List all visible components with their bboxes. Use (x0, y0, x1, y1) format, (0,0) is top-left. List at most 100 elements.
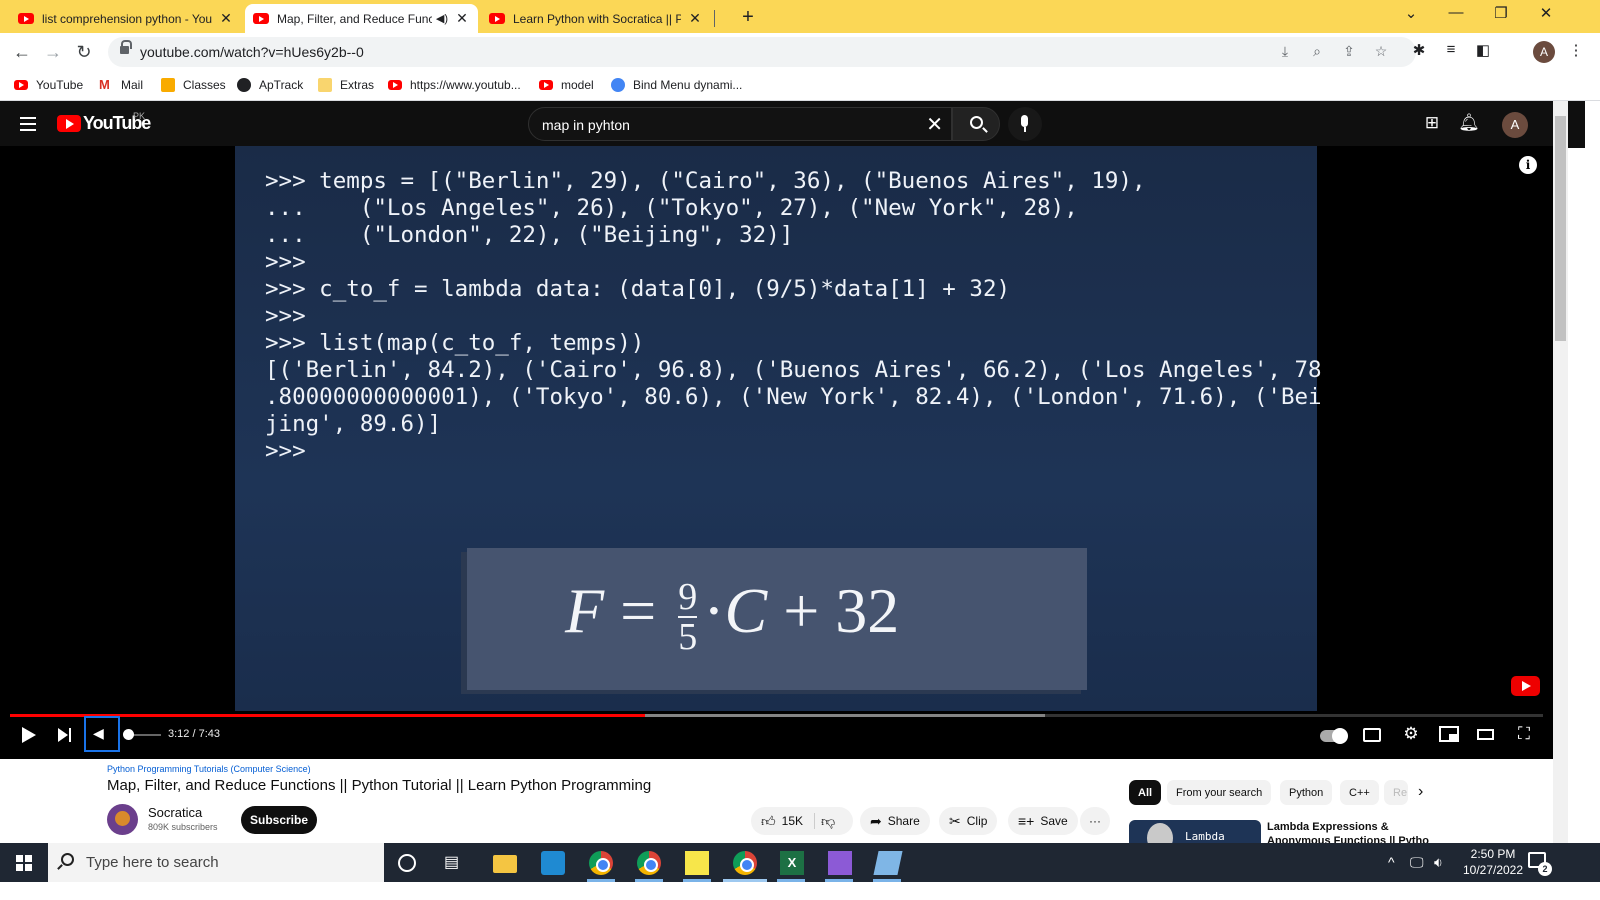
active-indicator (723, 879, 767, 882)
forward-arrow-icon[interactable]: → (41, 40, 65, 64)
chip-python[interactable]: Python (1280, 780, 1333, 805)
volume-knob[interactable] (123, 729, 134, 740)
notifications-bell-icon[interactable]: 🔔︎ (1457, 113, 1481, 133)
volume-tray-icon[interactable]: 🔉︎ (1434, 854, 1443, 871)
clip-button[interactable]: ✂ Clip (939, 807, 998, 835)
dislike-thumb-icon[interactable]: 👎︎ (821, 813, 835, 830)
miniplayer-icon[interactable] (1439, 726, 1459, 742)
chrome-menu-icon[interactable]: ⋮ (1565, 41, 1587, 59)
youtube-favicon-icon (253, 13, 269, 24)
youtube-avatar[interactable]: A (1502, 112, 1528, 138)
network-icon[interactable]: 🖵︎ (1410, 854, 1424, 871)
bookmark-mail[interactable]: M Mail (99, 78, 143, 93)
reload-icon[interactable]: ↻ (72, 40, 96, 64)
next-video-button[interactable] (57, 723, 73, 747)
show-hidden-icons-chevron-icon[interactable]: ^ (1388, 854, 1395, 870)
sticky-notes-icon[interactable] (685, 851, 709, 875)
bookmark-youtube-link[interactable]: https://www.youtub... (388, 78, 521, 92)
more-actions-button[interactable]: ··· (1080, 807, 1110, 835)
close-tab-icon[interactable]: ✕ (687, 10, 703, 27)
tab-map-filter-reduce[interactable]: Map, Filter, and Reduce Func ◀) ✕ (245, 4, 478, 33)
install-app-icon[interactable]: ⤓ (1276, 43, 1294, 60)
scrollbar-thumb[interactable] (1555, 116, 1566, 341)
bookmark-youtube[interactable]: YouTube (14, 78, 83, 92)
media-controls-icon[interactable]: ≡ (1440, 41, 1462, 58)
search-input[interactable]: map in pyhton ✕ (528, 107, 952, 141)
bookmark-bind-menu[interactable]: Bind Menu dynami... (611, 78, 742, 92)
file-explorer-icon[interactable] (493, 855, 517, 873)
video-frame[interactable]: >>> temps = [("Berlin", 29), ("Cairo", 3… (235, 146, 1322, 711)
share-button[interactable]: ➦ Share (860, 807, 930, 835)
bookmark-model[interactable]: model (539, 78, 594, 92)
theater-mode-icon[interactable] (1477, 729, 1494, 740)
like-thumb-icon[interactable]: 👍︎ (761, 813, 776, 830)
cortana-icon[interactable] (398, 854, 416, 872)
youtube-favicon-icon (18, 13, 34, 24)
play-button[interactable] (20, 723, 36, 747)
extensions-puzzle-icon[interactable]: ✱ (1408, 41, 1430, 59)
video-player[interactable]: >>> temps = [("Berlin", 29), ("Cairo", 3… (0, 146, 1553, 759)
notepad-icon[interactable] (873, 851, 903, 875)
tab-list-comprehension[interactable]: list comprehension python - You ✕ (10, 4, 242, 33)
bookmark-classes[interactable]: Classes (161, 78, 226, 92)
chip-re[interactable]: Re (1384, 780, 1408, 805)
create-video-icon[interactable]: ⊞ (1420, 113, 1444, 133)
playlist-link[interactable]: Python Programming Tutorials (Computer S… (107, 764, 311, 774)
close-tab-icon[interactable]: ✕ (218, 10, 234, 27)
share-page-icon[interactable]: ⇪ (1340, 43, 1358, 60)
chrome-icon[interactable] (589, 851, 613, 875)
bookmark-aptrack[interactable]: ApTrack (237, 78, 303, 92)
fullscreen-icon[interactable]: ⛶ (1512, 724, 1536, 744)
tab-search-chevron-icon[interactable]: ⌄ (1396, 4, 1426, 22)
lock-icon[interactable] (120, 40, 132, 55)
audio-playing-icon[interactable]: ◀) (436, 12, 448, 25)
code-line: [('Berlin', 84.2), ('Cairo', 96.8), ('Bu… (265, 357, 1322, 383)
clear-search-icon[interactable]: ✕ (926, 112, 943, 137)
subscribe-button[interactable]: Subscribe (241, 806, 317, 834)
chip-all[interactable]: All (1129, 780, 1162, 805)
excel-icon[interactable]: X (780, 851, 804, 875)
chip-from-your-search[interactable]: From your search (1167, 780, 1272, 805)
address-bar[interactable]: youtube.com/watch?v=hUes6y2b--0 ⤓ ⌕ ⇪ ☆ (108, 37, 1416, 67)
back-arrow-icon[interactable]: ← (10, 40, 34, 64)
profile-avatar[interactable]: A (1533, 41, 1555, 63)
hamburger-menu-icon[interactable] (20, 117, 36, 131)
chrome-profile-icon[interactable] (733, 851, 757, 875)
chrome-icon[interactable] (637, 851, 661, 875)
chip-cpp[interactable]: C++ (1340, 780, 1379, 805)
tab-learn-python-socratica[interactable]: Learn Python with Socratica || Py ✕ (481, 4, 711, 33)
channel-avatar[interactable] (107, 804, 138, 835)
taskbar-search-input[interactable]: Type here to search (48, 843, 384, 882)
settings-gear-icon[interactable]: ⚙ (1399, 724, 1423, 744)
code-line: ... ("Los Angeles", 26), ("Tokyo", 27), … (265, 195, 1078, 221)
bookmark-extras[interactable]: Extras (318, 78, 374, 92)
minimize-button[interactable]: — (1441, 4, 1471, 21)
seek-bar[interactable] (10, 714, 1543, 717)
autoplay-toggle[interactable] (1320, 728, 1348, 744)
youtube-logo-icon[interactable] (57, 115, 81, 132)
system-clock[interactable]: 2:50 PM 10/27/2022 (1455, 846, 1531, 878)
screen: list comprehension python - You ✕ Map, F… (0, 0, 1600, 900)
side-panel-icon[interactable]: ◧ (1472, 41, 1494, 59)
code-line: >>> (265, 303, 306, 329)
zoom-icon[interactable]: ⌕ (1308, 43, 1326, 60)
captions-icon[interactable] (1363, 728, 1381, 742)
channel-name[interactable]: Socratica (148, 805, 202, 820)
info-icon[interactable]: i (1519, 156, 1537, 174)
close-tab-icon[interactable]: ✕ (454, 10, 470, 27)
save-button[interactable]: ≡+ Save (1008, 807, 1078, 835)
task-view-icon[interactable]: ▤ (444, 852, 468, 876)
restore-button[interactable]: ❐ (1486, 4, 1516, 22)
search-button[interactable] (952, 107, 1000, 141)
channel-watermark-icon[interactable] (1511, 676, 1540, 696)
new-tab-button[interactable]: + (738, 6, 758, 29)
visual-studio-icon[interactable] (828, 851, 852, 875)
page-scrollbar[interactable] (1553, 101, 1568, 858)
like-count[interactable]: 15K (782, 814, 803, 828)
chevron-right-icon[interactable]: › (1418, 783, 1423, 801)
bookmark-star-icon[interactable]: ☆ (1372, 43, 1390, 60)
windows-start-icon[interactable] (16, 855, 32, 871)
voice-search-mic-icon[interactable] (1008, 107, 1042, 141)
close-window-button[interactable]: ✕ (1531, 4, 1561, 22)
vscode-icon[interactable] (541, 851, 565, 875)
